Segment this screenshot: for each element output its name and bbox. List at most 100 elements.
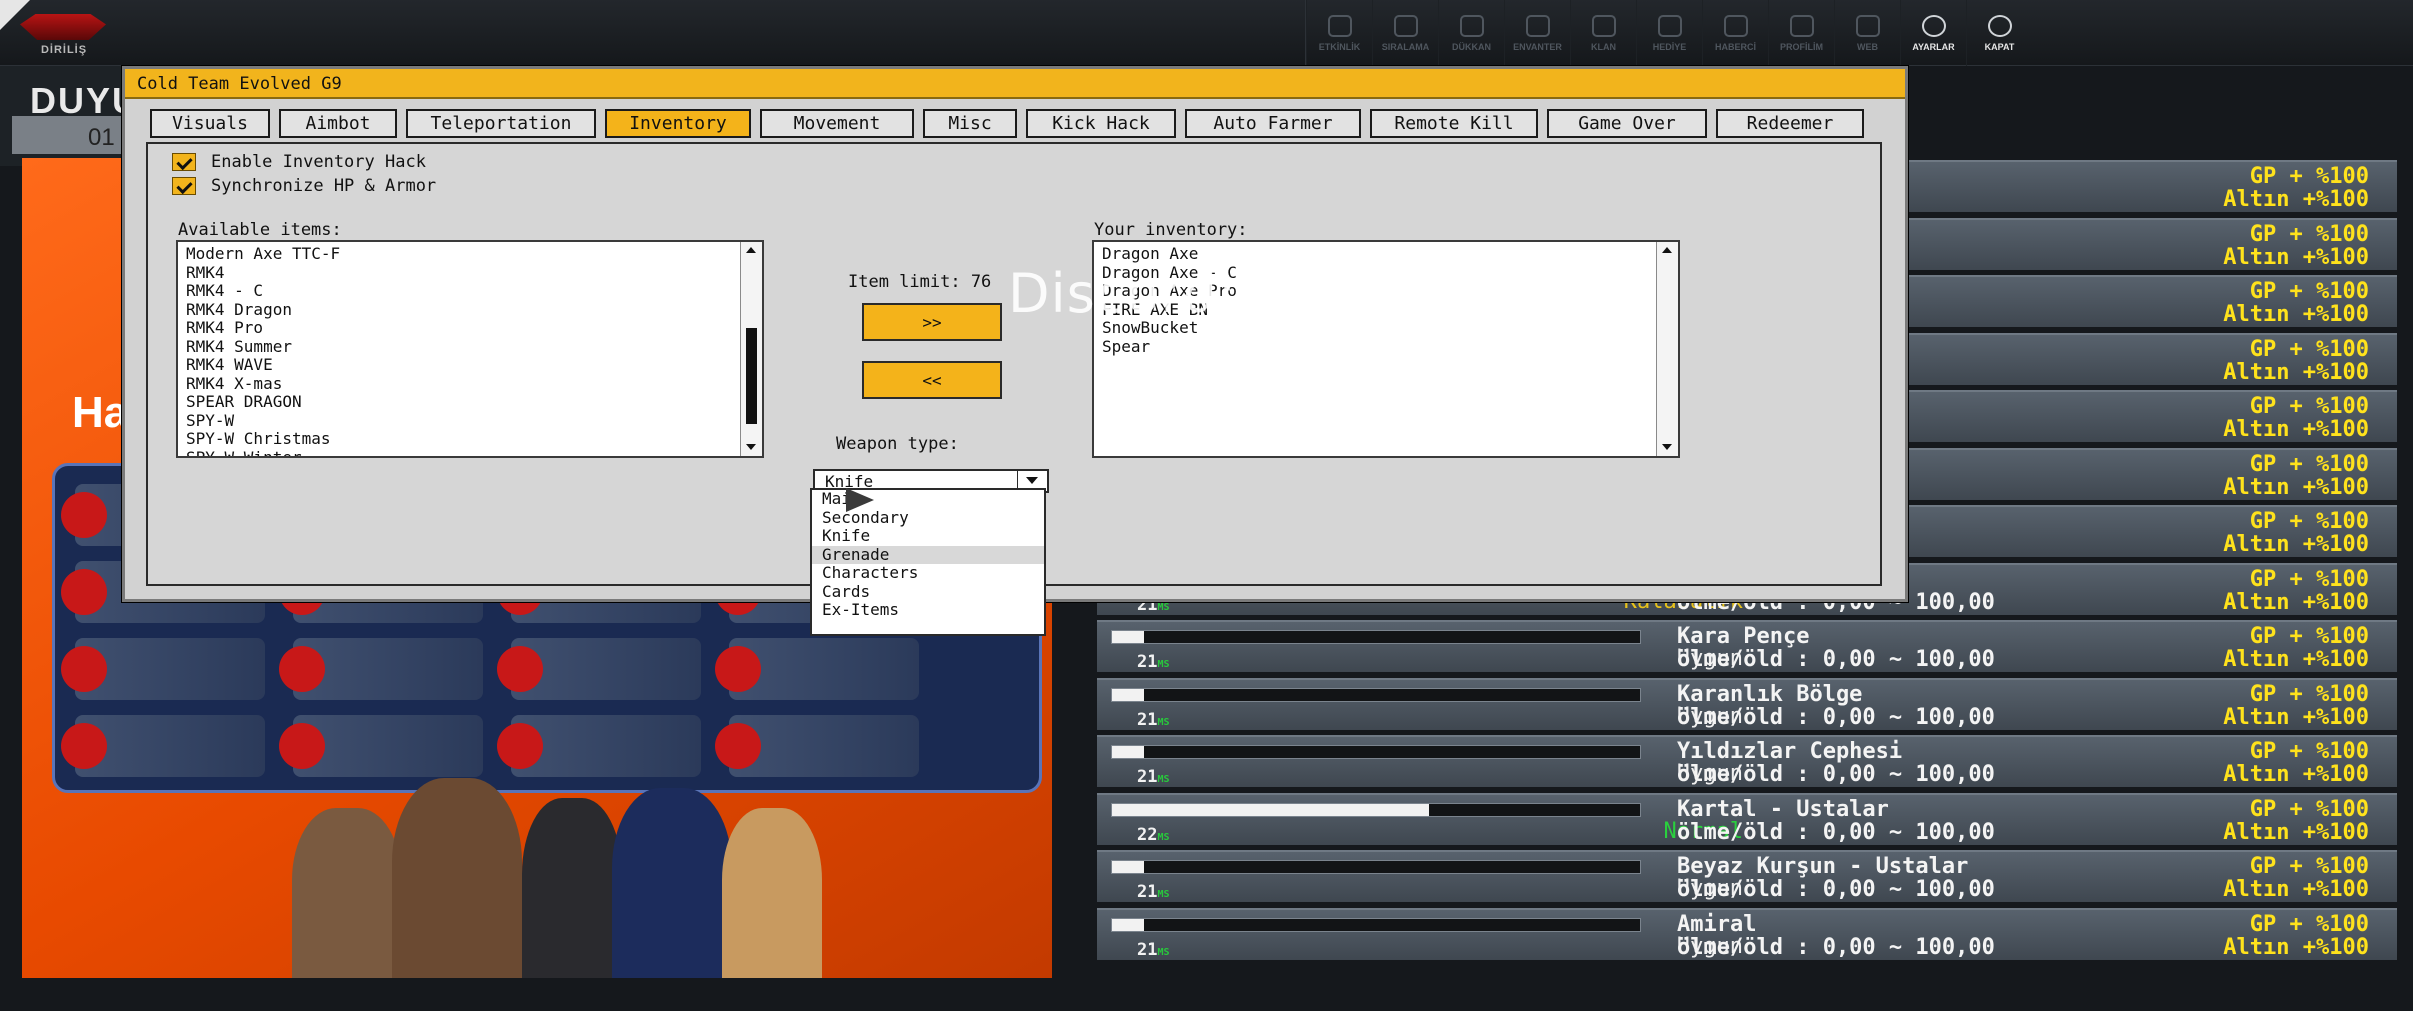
tab-aimbot[interactable]: Aimbot	[279, 109, 397, 138]
available-items: Modern Axe TTC-F RMK4 RMK4 - C RMK4 Dragon R…	[186, 244, 736, 456]
enable-inventory-checkbox[interactable]: Enable Inventory Hack	[172, 152, 426, 172]
room-gold-bonus: Altın +%100	[2223, 934, 2369, 960]
tab-visuals[interactable]: Visuals	[150, 109, 270, 138]
room-occupancy-fill	[1112, 803, 1429, 816]
nav-label: KAPAT	[1984, 41, 2015, 52]
tab-redeemer[interactable]: Redeemer	[1716, 109, 1864, 138]
list-item[interactable]: SPY-W	[186, 411, 736, 431]
list-item[interactable]: RMK4 Summer	[186, 337, 736, 357]
list-item[interactable]: SPY-W Winter	[186, 448, 736, 456]
scroll-up-icon[interactable]	[741, 242, 762, 260]
weapon-option-grenade[interactable]: Grenade	[812, 545, 1044, 564]
list-item[interactable]: RMK4 WAVE	[186, 355, 736, 375]
nav-item-profi̇li̇m[interactable]: PROFİLİM	[1768, 0, 1834, 66]
list-item[interactable]: RMK4 Pro	[186, 318, 736, 338]
tab-remote-kill[interactable]: Remote Kill	[1370, 109, 1538, 138]
your-inventory-label: Your inventory:	[1094, 220, 1248, 240]
reward-item	[279, 638, 483, 700]
weapon-option-cards[interactable]: Cards	[812, 582, 1044, 602]
room-gp-bonus: GP + %100	[2249, 509, 2369, 534]
nav-item-haberci̇[interactable]: HABERCİ	[1702, 0, 1768, 66]
room-occupancy-fill	[1112, 861, 1144, 873]
nav-item-ayarlar[interactable]: AYARLAR	[1900, 0, 1966, 66]
item-limit-label: Item limit: 76	[848, 272, 992, 292]
scroll-down-icon[interactable]	[1657, 438, 1678, 456]
reward-item	[61, 638, 265, 700]
remove-item-button[interactable]: <<	[862, 361, 1002, 399]
nav-item-dükkan[interactable]: DÜKKAN	[1438, 0, 1504, 66]
tab-game-over[interactable]: Game Over	[1547, 109, 1707, 138]
weapon-option-ex-items[interactable]: Ex-Items	[812, 600, 1044, 620]
list-item[interactable]: Dragon Axe	[1102, 244, 1652, 264]
tab-misc[interactable]: Misc	[923, 109, 1017, 138]
nav-item-hedi̇ye[interactable]: HEDİYE	[1636, 0, 1702, 66]
tab-movement[interactable]: Movement	[760, 109, 914, 138]
room-ping: 21MS	[1137, 767, 1170, 787]
room-gold-bonus: Altın +%100	[2223, 762, 2369, 787]
list-item[interactable]: Spear	[1102, 337, 1652, 357]
available-items-scrollbar[interactable]	[740, 242, 762, 456]
list-item[interactable]: SPEAR DRAGON	[186, 392, 736, 412]
banner-title: Ha	[72, 388, 129, 437]
room-ping: 21MS	[1137, 940, 1170, 960]
logo-mark	[20, 14, 106, 40]
nav-label: DÜKKAN	[1452, 41, 1491, 52]
list-item[interactable]: RMK4	[186, 263, 736, 283]
room-row[interactable]: 21MS Uygun Yıldızlar Cephesi ölme/öld : 0,0…	[1097, 735, 2397, 787]
weapon-option-knife[interactable]: Knife	[812, 526, 1044, 546]
nav-item-etki̇nli̇k[interactable]: ETKİNLİK	[1306, 0, 1372, 66]
nav-label: ENVANTER	[1513, 41, 1562, 52]
room-gold-bonus: Altın +%100	[2223, 417, 2369, 442]
logo-subtitle: DİRİLİŞ	[40, 44, 88, 56]
inventory-icon	[1525, 14, 1550, 37]
room-row[interactable]: 21MS Uygun Amiral ölme/öld : 0,00 ~ 100,00 G…	[1097, 907, 2397, 960]
scroll-thumb[interactable]	[746, 327, 757, 424]
available-items-label: Available items:	[178, 220, 342, 240]
nav-item-kapat[interactable]: KAPAT	[1966, 0, 2032, 66]
window-title[interactable]: Cold Team Evolved G9	[125, 69, 1905, 99]
watermark: Discord: 0727	[1008, 262, 1397, 325]
available-items-list[interactable]: Modern Axe TTC-F RMK4 RMK4 - C RMK4 Dragon R…	[176, 240, 764, 458]
ping-unit: MS	[1157, 831, 1170, 843]
room-gold-bonus: Altın +%100	[2223, 647, 2369, 672]
scroll-down-icon[interactable]	[741, 438, 762, 456]
checkbox-checked-icon[interactable]	[172, 177, 196, 195]
room-gold-bonus: Altın +%100	[2223, 819, 2369, 845]
nav-item-envanter[interactable]: ENVANTER	[1504, 0, 1570, 66]
nav-label: HABERCİ	[1714, 41, 1756, 52]
nav-item-web[interactable]: WEB	[1834, 0, 1900, 66]
list-item[interactable]: RMK4 - C	[186, 281, 736, 301]
nav-item-klan[interactable]: KLAN	[1570, 0, 1636, 66]
checkbox-checked-icon[interactable]	[172, 153, 196, 171]
room-row[interactable]: 21MS Uygun Beyaz Kurşun - Ustalar ölme/öld …	[1097, 850, 2397, 902]
room-name: Beyaz Kurşun - Ustalar	[1677, 854, 1969, 879]
sync-hp-armor-checkbox[interactable]: Synchronize HP & Armor	[172, 176, 436, 196]
inventory-scrollbar[interactable]	[1656, 242, 1678, 456]
room-ping: 22MS	[1137, 825, 1170, 845]
tab-inventory[interactable]: Inventory	[605, 109, 751, 138]
room-ping: 21MS	[1137, 882, 1170, 902]
room-row[interactable]: 21MS Uygun Karanlık Bölge ölme/öld : 0,00 ~…	[1097, 677, 2397, 730]
room-name: Yıldızlar Cephesi	[1677, 739, 1903, 764]
room-gp-bonus: GP + %100	[2249, 911, 2369, 937]
add-item-button[interactable]: >>	[862, 303, 1002, 341]
list-item[interactable]: Modern Axe TTC-F	[186, 244, 736, 264]
ping-unit: MS	[1157, 659, 1170, 670]
ping-unit: MS	[1157, 716, 1170, 728]
room-gold-bonus: Altın +%100	[2223, 532, 2369, 557]
list-item[interactable]: RMK4 Dragon	[186, 300, 736, 320]
ranking-icon	[1393, 14, 1418, 37]
character-figure	[522, 798, 622, 978]
room-ratio: ölme/öld : 0,00 ~ 100,00	[1677, 762, 1995, 787]
room-gp-bonus: GP + %100	[2249, 681, 2369, 707]
scroll-up-icon[interactable]	[1657, 242, 1678, 260]
tab-auto-farmer[interactable]: Auto Farmer	[1185, 109, 1361, 138]
room-row[interactable]: 22MS Normal Kartal - Ustalar ölme/öld : 0,0…	[1097, 792, 2397, 845]
weapon-option-characters[interactable]: Characters	[812, 563, 1044, 583]
tab-kick-hack[interactable]: Kick Hack	[1026, 109, 1176, 138]
room-row[interactable]: 21MS Uygun Kara Pençe ölme/öld : 0,00 ~ 100…	[1097, 620, 2397, 672]
list-item[interactable]: RMK4 X-mas	[186, 374, 736, 394]
nav-item-siralama[interactable]: SIRALAMA	[1372, 0, 1438, 66]
list-item[interactable]: SPY-W Christmas	[186, 429, 736, 449]
tab-teleportation[interactable]: Teleportation	[406, 109, 596, 138]
